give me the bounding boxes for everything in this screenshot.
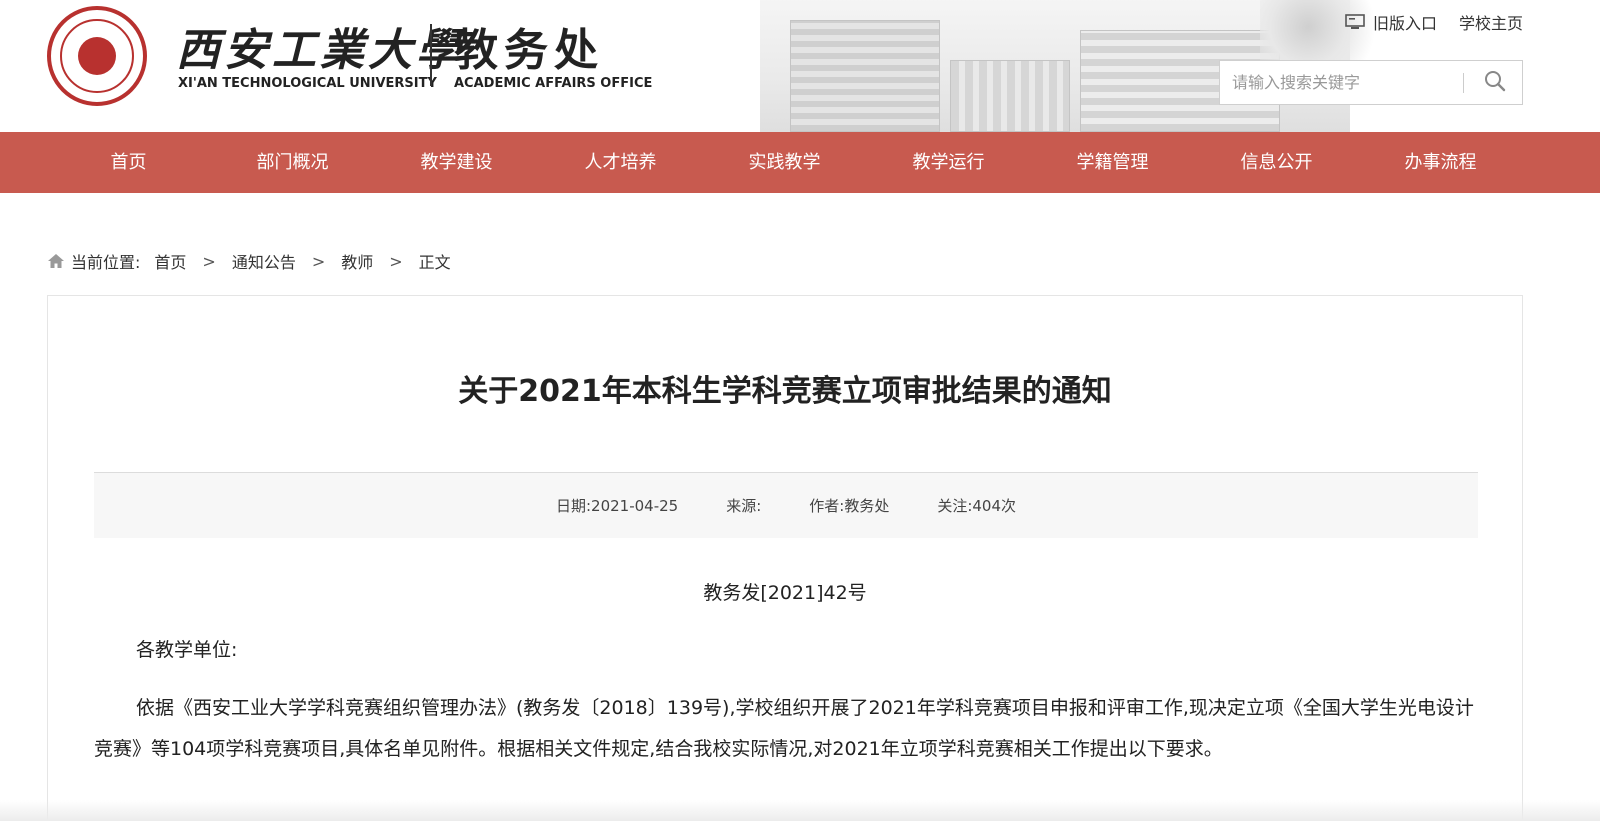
campus-building-image: [950, 60, 1070, 132]
meta-views: 关注:404次: [937, 497, 1017, 515]
meta-author: 作者:教务处: [809, 497, 890, 515]
search-button[interactable]: [1470, 65, 1520, 101]
nav-item-procedures[interactable]: 办事流程: [1359, 132, 1522, 193]
breadcrumb-label: 当前位置:: [71, 253, 141, 272]
university-seal-logo[interactable]: [47, 6, 147, 106]
site-header: 西安工業大學 XI'AN TECHNOLOGICAL UNIVERSITY 教务…: [0, 0, 1600, 132]
page-bottom-fade: [0, 800, 1600, 821]
school-name-cn: 西安工業大學: [176, 25, 464, 76]
top-links: 旧版入口 学校主页: [1345, 10, 1523, 34]
meta-date: 日期:2021-04-25: [555, 497, 679, 515]
old-version-label: 旧版入口: [1372, 14, 1437, 33]
nav-item-info-disclosure[interactable]: 信息公开: [1195, 132, 1358, 193]
campus-building-image: [790, 20, 940, 132]
breadcrumb-separator: >: [389, 251, 403, 271]
school-home-label: 学校主页: [1458, 14, 1523, 33]
breadcrumb-separator: >: [202, 251, 216, 271]
nav-item-home[interactable]: 首页: [47, 132, 210, 193]
nav-item-practice-teaching[interactable]: 实践教学: [703, 132, 866, 193]
school-home-link[interactable]: 学校主页: [1459, 10, 1523, 34]
breadcrumb: 当前位置: 首页 > 通知公告 > 教师 > 正文: [47, 250, 451, 272]
office-name-cn: 教务处: [454, 25, 604, 76]
home-icon: [47, 252, 65, 270]
header-divider: [430, 24, 432, 86]
breadcrumb-separator: >: [311, 251, 326, 271]
school-name-en: XI'AN TECHNOLOGICAL UNIVERSITY: [178, 76, 437, 91]
document-number: 教务发[2021]42号: [703, 582, 867, 604]
nav-item-talent-cultivation[interactable]: 人才培养: [539, 132, 702, 193]
breadcrumb-teachers[interactable]: 教师: [341, 249, 373, 273]
breadcrumb-current: 正文: [418, 253, 451, 272]
article-meta: 日期:2021-04-25 来源: 作者:教务处 关注:404次: [94, 472, 1478, 538]
breadcrumb-home[interactable]: 首页: [154, 249, 186, 273]
meta-source: 来源:: [726, 497, 762, 515]
old-version-link[interactable]: 旧版入口: [1345, 10, 1437, 34]
search-box: [1219, 60, 1523, 105]
salutation: 各教学单位:: [136, 639, 238, 661]
search-icon: [1484, 70, 1506, 96]
search-separator: [1463, 73, 1464, 93]
search-input[interactable]: [1220, 61, 1462, 104]
office-name-en: ACADEMIC AFFAIRS OFFICE: [454, 76, 653, 91]
article-title: 关于2021年本科生学科竞赛立项审批结果的通知: [458, 374, 1112, 409]
nav-item-student-status[interactable]: 学籍管理: [1031, 132, 1194, 193]
breadcrumb-notices[interactable]: 通知公告: [232, 249, 296, 273]
nav-item-department[interactable]: 部门概况: [211, 132, 374, 193]
body-paragraph: 依据《西安工业大学学科竞赛组织管理办法》(教务发〔2018〕139号),学校组织…: [94, 697, 1474, 760]
nav-item-teaching-operation[interactable]: 教学运行: [867, 132, 1030, 193]
article-card: 关于2021年本科生学科竞赛立项审批结果的通知 日期:2021-04-25 来源…: [47, 295, 1523, 821]
nav-list: 首页 部门概况 教学建设 人才培养 实践教学 教学运行 学籍管理 信息公开 办事…: [47, 132, 1522, 193]
monitor-icon: [1345, 14, 1365, 30]
main-nav: 首页 部门概况 教学建设 人才培养 实践教学 教学运行 学籍管理 信息公开 办事…: [0, 132, 1600, 193]
nav-item-teaching-construction[interactable]: 教学建设: [375, 132, 538, 193]
